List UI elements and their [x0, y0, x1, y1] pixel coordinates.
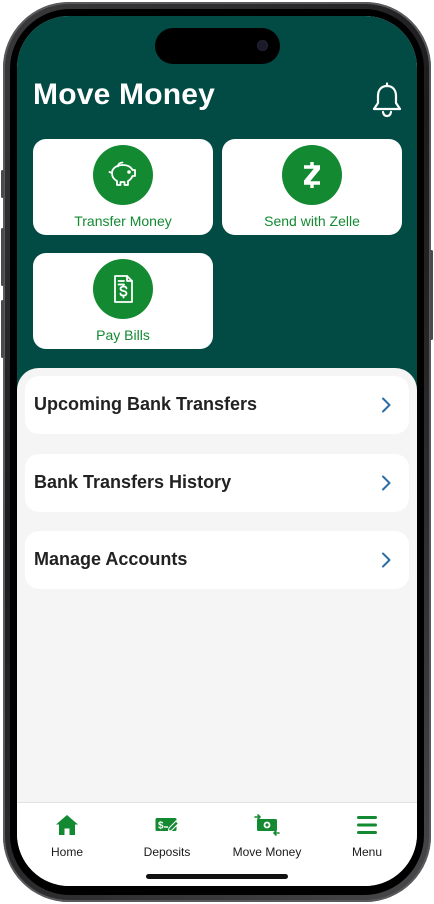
- piggy-bank-icon: [93, 145, 153, 205]
- zelle-icon: [282, 145, 342, 205]
- upcoming-bank-transfers-row[interactable]: Upcoming Bank Transfers: [25, 376, 409, 434]
- deposit-check-icon: $: [155, 818, 180, 832]
- tab-label: Move Money: [232, 845, 302, 859]
- svg-text:$: $: [158, 821, 164, 832]
- row-label: Bank Transfers History: [34, 472, 232, 492]
- home-icon: [56, 815, 78, 835]
- hamburger-menu-icon: [357, 816, 377, 834]
- options-sheet: Upcoming Bank Transfers Bank Transfers H…: [17, 368, 417, 808]
- tile-label: Transfer Money: [74, 213, 172, 229]
- front-camera: [257, 40, 268, 51]
- chevron-right-icon: [382, 552, 391, 568]
- phone-action-button: [1, 170, 4, 198]
- send-with-zelle-tile[interactable]: Send with Zelle: [222, 139, 402, 235]
- phone-volume-down-button: [1, 300, 4, 358]
- tab-menu[interactable]: Menu: [317, 813, 417, 859]
- tab-home[interactable]: Home: [17, 813, 117, 859]
- tab-label: Deposits: [143, 845, 191, 859]
- tab-move-money[interactable]: Move Money: [217, 813, 317, 859]
- page-title: Move Money: [33, 78, 216, 111]
- pay-bills-tile[interactable]: Pay Bills: [33, 253, 213, 349]
- tab-label: Home: [50, 845, 83, 859]
- tile-label: Send with Zelle: [264, 213, 360, 229]
- bank-transfers-history-row[interactable]: Bank Transfers History: [25, 454, 409, 512]
- row-label: Upcoming Bank Transfers: [34, 394, 258, 414]
- chevron-right-icon: [382, 397, 391, 413]
- phone-volume-up-button: [1, 228, 4, 286]
- tab-deposits[interactable]: $ Deposits: [117, 813, 217, 859]
- chevron-right-icon: [382, 475, 391, 491]
- phone-power-button: [430, 250, 433, 340]
- bell-icon[interactable]: [370, 82, 404, 118]
- row-label: Manage Accounts: [34, 549, 188, 569]
- dynamic-island: [155, 28, 280, 64]
- home-indicator[interactable]: [146, 874, 288, 879]
- bill-icon: [93, 259, 153, 319]
- tab-label: Menu: [351, 845, 383, 859]
- manage-accounts-row[interactable]: Manage Accounts: [25, 531, 409, 589]
- tile-label: Pay Bills: [96, 327, 150, 343]
- header: Move Money Transfer Money Send with Zell…: [17, 16, 417, 406]
- money-transfer-icon: [254, 814, 280, 836]
- app-screen: Move Money Transfer Money Send with Zell…: [17, 16, 417, 886]
- transfer-money-tile[interactable]: Transfer Money: [33, 139, 213, 235]
